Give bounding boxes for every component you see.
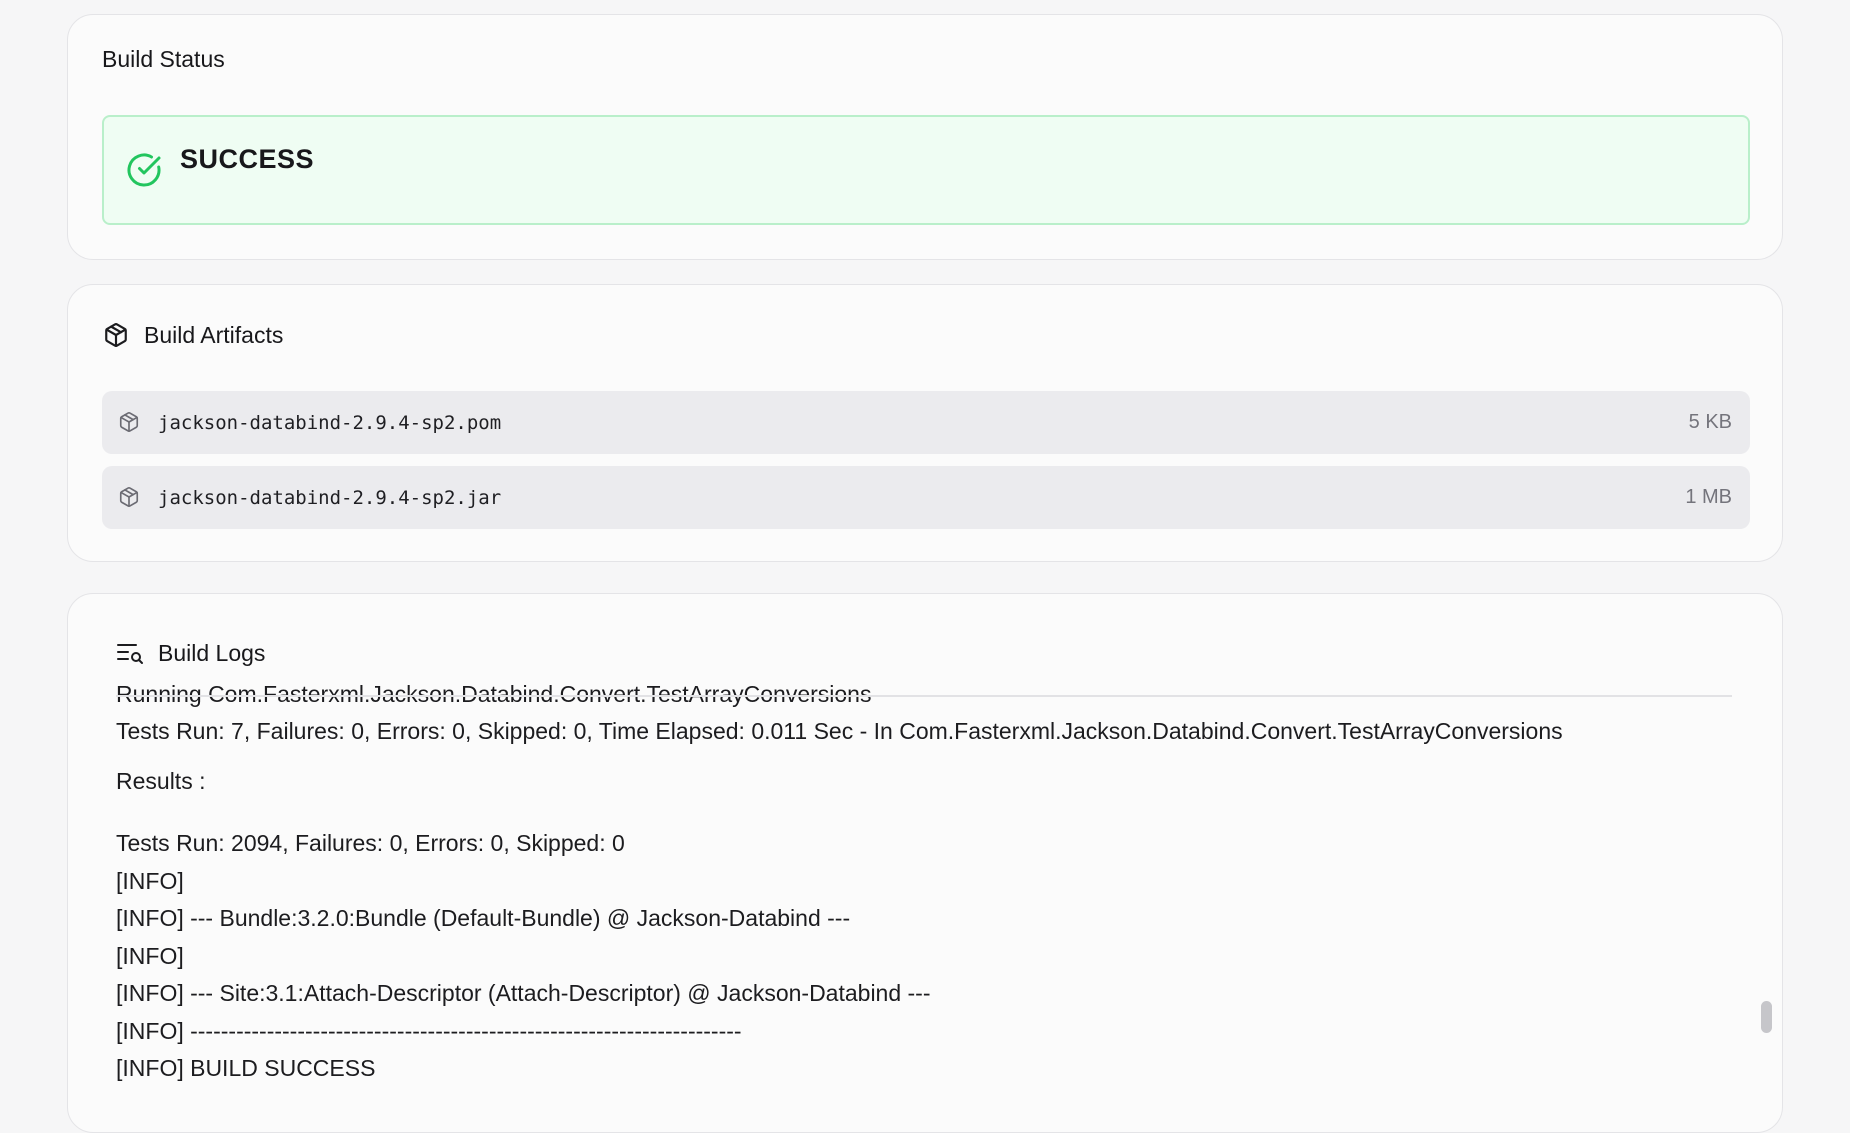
build-artifacts-card: Build Artifacts jackson-databind-2.9.4-s… (67, 284, 1783, 562)
build-artifacts-title: Build Artifacts (102, 321, 283, 349)
build-status-title: Build Status (102, 46, 225, 73)
build-artifacts-title-text: Build Artifacts (144, 321, 284, 348)
build-status-card: Build Status SUCCESS (67, 14, 1783, 260)
log-line: Results : (116, 768, 206, 794)
log-output[interactable]: Running Com.Fasterxml.Jackson.Databind.C… (116, 684, 1696, 1132)
log-line: Tests Run: 2094, Failures: 0, Errors: 0,… (116, 830, 625, 856)
log-line: [INFO] BUILD SUCCESS (116, 1055, 376, 1081)
check-circle-icon (126, 152, 162, 188)
artifact-name: jackson-databind-2.9.4-sp2.pom (158, 411, 502, 434)
artifact-size: 1 MB (1685, 486, 1732, 508)
log-line: [INFO] --- Bundle:3.2.0:Bundle (Default-… (116, 905, 851, 931)
status-text: SUCCESS (180, 143, 315, 174)
build-logs-title-text: Build Logs (158, 639, 266, 666)
log-search-icon (116, 639, 144, 667)
logs-divider (116, 695, 1732, 697)
build-status-title-text: Build Status (102, 46, 225, 72)
artifact-name: jackson-databind-2.9.4-sp2.jar (158, 486, 502, 509)
log-line: [INFO] --- Site:3.1:Attach-Descriptor (A… (116, 980, 931, 1006)
artifact-size: 5 KB (1688, 411, 1732, 433)
log-line: [INFO] (116, 943, 184, 969)
artifact-row[interactable]: jackson-databind-2.9.4-sp2.pom 5 KB (102, 391, 1750, 454)
log-line: [INFO] ---------------------------------… (116, 1018, 742, 1044)
log-line: Tests Run: 7, Failures: 0, Errors: 0, Sk… (116, 718, 1563, 744)
package-icon (118, 486, 142, 510)
log-scrollbar[interactable] (1761, 1001, 1772, 1033)
build-logs-title: Build Logs (116, 639, 265, 667)
artifact-row[interactable]: jackson-databind-2.9.4-sp2.jar 1 MB (102, 466, 1750, 529)
log-line: [INFO] (116, 868, 184, 894)
status-banner: SUCCESS (102, 115, 1750, 225)
build-logs-card: Build Logs Running Com.Fasterxml.Jackson… (67, 593, 1783, 1133)
package-icon (102, 321, 130, 349)
package-icon (118, 411, 142, 435)
